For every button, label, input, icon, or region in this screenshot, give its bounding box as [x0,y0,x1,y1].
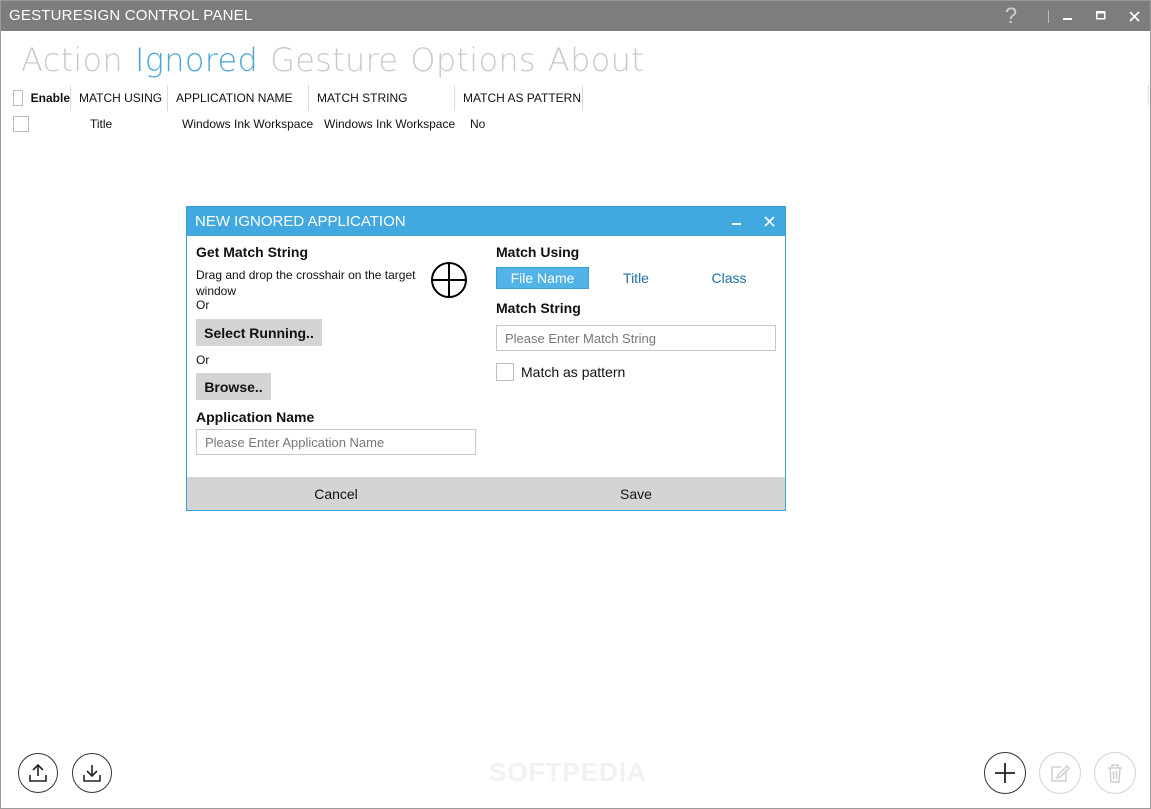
new-ignored-application-dialog: NEW IGNORED APPLICATION Get Match String… [186,206,786,511]
or-label-2: Or [196,353,210,367]
match-string-label: Match String [496,300,581,316]
edit-button[interactable] [1039,752,1081,794]
match-string-input[interactable]: Please Enter Match String [496,325,776,351]
add-button[interactable] [984,752,1026,794]
match-file-name-option[interactable]: File Name [496,267,589,289]
close-button[interactable] [1117,1,1151,31]
maximize-button[interactable] [1084,1,1118,31]
dialog-minimize-button[interactable] [727,211,747,231]
match-using-label: Match Using [496,244,580,260]
row-application-name: Windows Ink Workspace [182,117,314,131]
titlebar-separator [1048,10,1049,23]
tab-gesture[interactable]: Gesture [270,41,398,81]
add-icon [995,763,1015,783]
match-string-placeholder: Please Enter Match String [505,330,657,346]
dialog-title-bar: NEW IGNORED APPLICATION [187,207,785,236]
delete-button[interactable] [1094,752,1136,794]
match-as-pattern-label: Match as pattern [521,364,626,380]
row-match-string: Windows Ink Workspace [324,117,456,131]
title-bar: GESTURESIGN CONTROL PANEL ? [1,1,1150,31]
import-button[interactable] [72,753,112,793]
application-name-placeholder: Please Enter Application Name [205,434,385,450]
ignored-grid-header: Enable MATCH USING APPLICATION NAME MATC… [9,85,583,111]
row-match-using: Title [90,117,113,131]
dialog-title: NEW IGNORED APPLICATION [195,213,406,230]
crosshair-icon[interactable] [430,261,468,299]
dialog-footer: Cancel Save [187,477,785,510]
import-icon [83,765,101,782]
close-icon [1128,10,1140,22]
help-button[interactable]: ? [994,1,1028,31]
minimize-button[interactable] [1051,1,1085,31]
column-match-as-pattern[interactable]: MATCH AS PATTERN [455,85,583,111]
application-name-input[interactable]: Please Enter Application Name [196,429,476,455]
tab-action[interactable]: Action [21,41,123,81]
application-name-label: Application Name [196,409,315,425]
match-as-pattern-checkbox[interactable] [496,363,514,381]
close-icon [763,215,775,227]
dialog-close-button[interactable] [759,211,779,231]
column-match-string[interactable]: MATCH STRING [309,85,455,111]
minimize-icon [1063,18,1072,20]
grid-scroll-edge [1148,85,1149,105]
window-title: GESTURESIGN CONTROL PANEL [9,7,253,24]
edit-icon [1051,764,1071,782]
match-class-option[interactable]: Class [683,267,775,289]
browse-button[interactable]: Browse.. [196,373,271,400]
tab-ignored[interactable]: Ignored [135,41,258,81]
column-application-name[interactable]: APPLICATION NAME [168,85,309,111]
save-button[interactable]: Save [487,477,785,510]
row-enable-cell [9,113,78,135]
export-icon [29,763,47,782]
or-label-1: Or [196,298,210,312]
tab-options[interactable]: Options [410,41,536,81]
column-enable[interactable]: Enable [9,85,71,111]
maximize-icon [1096,11,1106,20]
select-all-checkbox[interactable] [13,90,23,106]
row-match-as-pattern: No [470,117,486,131]
delete-icon [1108,764,1122,783]
tab-bar: Action Ignored Gesture Options About [21,41,644,81]
match-title-option[interactable]: Title [590,267,682,289]
get-match-string-label: Get Match String [196,244,309,260]
main-window: GESTURESIGN CONTROL PANEL ? Action Ignor… [0,0,1151,809]
select-running-button[interactable]: Select Running.. [196,319,322,346]
drag-instruction: Drag and drop the crosshair on the targe… [196,268,416,298]
table-row[interactable]: Title Windows Ink Workspace Windows Ink … [9,113,534,135]
tab-about[interactable]: About [548,41,644,81]
row-enable-checkbox[interactable] [13,116,29,132]
cancel-button[interactable]: Cancel [187,477,485,510]
export-button[interactable] [18,753,58,793]
column-match-using[interactable]: MATCH USING [71,85,168,111]
minimize-icon [732,223,741,225]
softpedia-watermark: SOFTPEDIA [489,757,647,787]
column-enable-label: Enable [30,91,70,105]
